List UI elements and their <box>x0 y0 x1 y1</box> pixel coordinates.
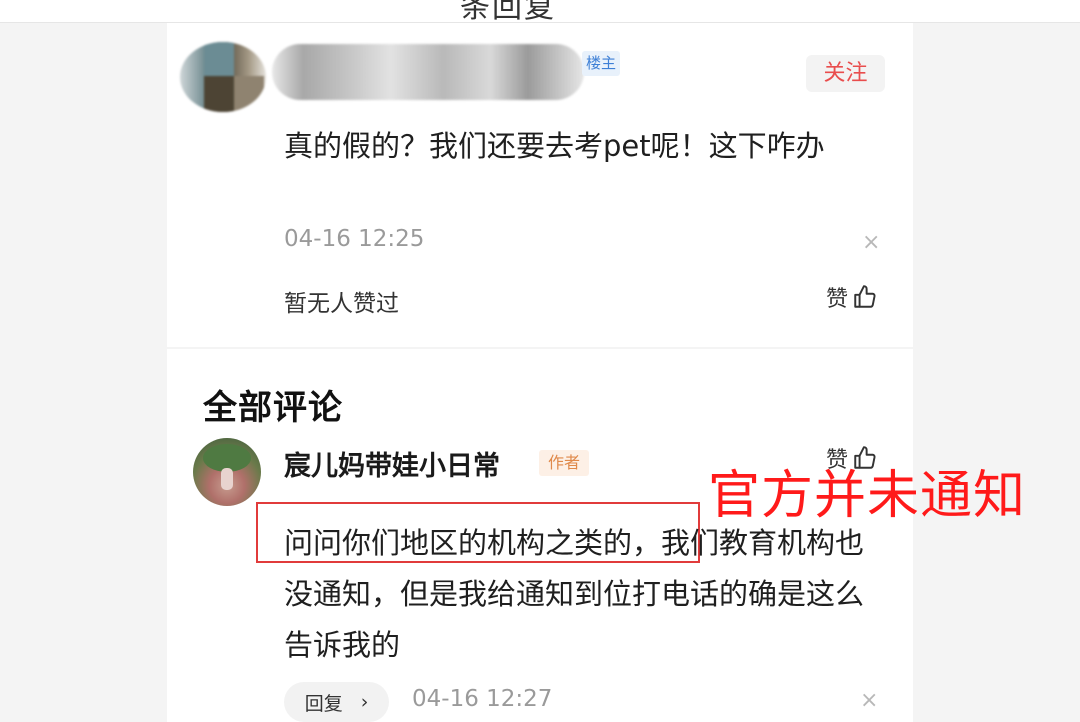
reply-button[interactable]: 回复 › <box>284 682 389 722</box>
follow-button[interactable]: 关注 <box>806 55 885 92</box>
thumbs-up-icon <box>854 285 876 308</box>
post-close-icon[interactable]: × <box>862 232 880 254</box>
post-like-button[interactable]: 赞 <box>826 281 878 313</box>
op-badge: 楼主 <box>582 51 620 76</box>
post-timestamp: 04-16 12:25 <box>284 226 425 252</box>
top-bar: 条回复 <box>0 0 1080 23</box>
chevron-right-icon: › <box>360 691 369 713</box>
post-text: 真的假的？我们还要去考pet呢！这下咋办 <box>284 129 825 163</box>
reply-label: 回复 <box>304 692 343 715</box>
comment-close-icon[interactable]: × <box>860 690 878 712</box>
annotation-text: 官方并未通知 <box>708 466 1027 526</box>
like-label: 赞 <box>826 287 849 312</box>
poster-name-redacted <box>272 44 584 100</box>
page-title: 条回复 <box>460 0 556 23</box>
comment-timestamp: 04-16 12:27 <box>412 686 553 712</box>
author-badge: 作者 <box>539 450 589 476</box>
likes-summary: 暂无人赞过 <box>284 291 399 317</box>
poster-avatar[interactable] <box>180 42 266 112</box>
commenter-name[interactable]: 宸儿妈带娃小日常 <box>284 444 500 483</box>
all-comments-title: 全部评论 <box>203 388 343 428</box>
comment-text: 问问你们地区的机构之类的，我们教育机构也没通知，但是我给通知到位打电话的确是这么… <box>284 526 865 662</box>
commenter-avatar[interactable] <box>193 438 261 506</box>
